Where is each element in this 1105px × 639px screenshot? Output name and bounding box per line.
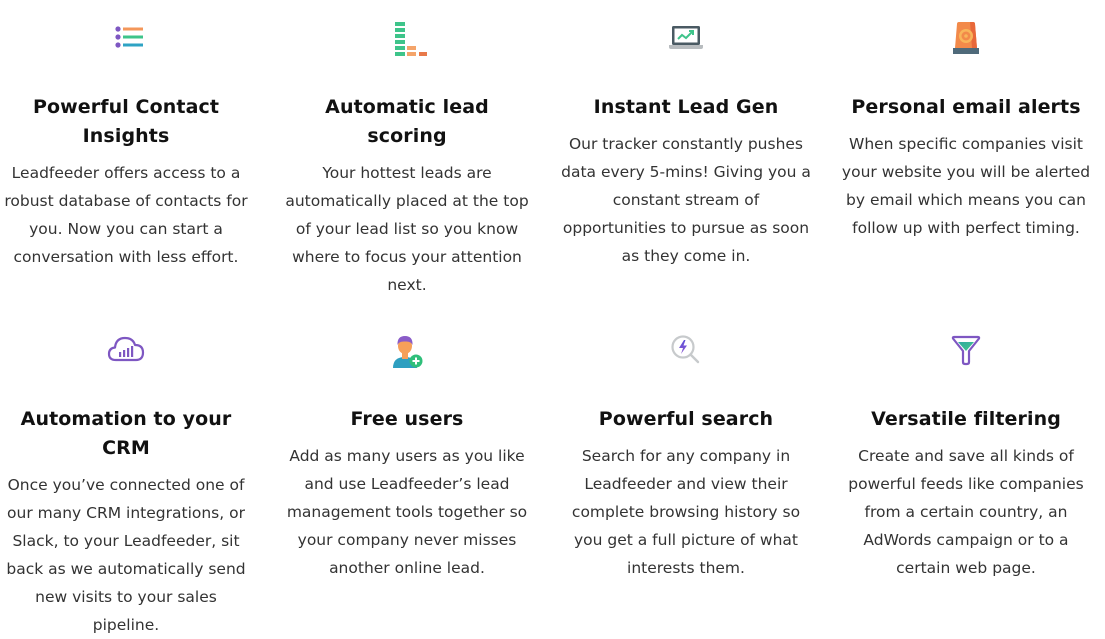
bar-scoring-icon (387, 20, 427, 56)
feature-description: When specific companies visit your websi… (841, 135, 1091, 237)
funnel-filter-icon (946, 332, 986, 368)
feature-title: Powerful search (598, 408, 774, 430)
search-bolt-icon (666, 332, 706, 368)
feature-title: Instant Lead Gen (593, 96, 779, 118)
feature-description: Our tracker constantly pushes data every… (561, 135, 811, 265)
feature-title: Personal email alerts (851, 96, 1081, 118)
feature-title-line: CRM (102, 437, 150, 459)
feature-description: Your hottest leads are automatically pla… (285, 164, 529, 294)
laptop-trend-icon (666, 20, 706, 56)
feature-description: Create and save all kinds of powerful fe… (848, 447, 1084, 577)
feature-title: Automation to your CRM (0, 405, 252, 463)
feature-title: Free users (350, 408, 464, 430)
feature-title-line: Automatic lead (325, 96, 489, 118)
feature-contact-insights: Powerful Contact Insights Leadfeeder off… (0, 20, 252, 271)
feature-description: Leadfeeder offers access to a robust dat… (4, 164, 248, 266)
feature-title-line: Powerful Contact (32, 96, 220, 118)
feature-title-line: scoring (367, 125, 447, 147)
feature-free-users: Free users Add as many users as you like… (281, 332, 533, 582)
features-grid: Powerful Contact Insights Leadfeeder off… (0, 0, 1105, 634)
feature-versatile-filtering: Versatile filtering Create and save all … (840, 332, 1092, 582)
feature-title: Automatic lead scoring (281, 93, 533, 151)
feature-description: Search for any company in Leadfeeder and… (571, 447, 801, 577)
feature-instant-lead-gen: Instant Lead Gen Our tracker constantly … (560, 20, 812, 270)
feature-title-line: Automation to your (20, 408, 232, 430)
siren-alert-icon (946, 20, 986, 56)
feature-title: Versatile filtering (871, 408, 1061, 430)
feature-powerful-search: Powerful search Search for any company i… (560, 332, 812, 582)
feature-title: Powerful Contact Insights (0, 93, 252, 151)
feature-description: Add as many users as you like and use Le… (286, 447, 528, 577)
feature-title-line: Insights (82, 125, 170, 147)
feature-crm-automation: Automation to your CRM Once you’ve conne… (0, 332, 252, 639)
feature-email-alerts: Personal email alerts When specific comp… (840, 20, 1092, 242)
add-user-icon (387, 332, 427, 368)
feature-description: Once you’ve connected one of our many CR… (6, 476, 246, 634)
cloud-chart-icon (106, 332, 146, 368)
list-icon (106, 20, 146, 56)
feature-lead-scoring: Automatic lead scoring Your hottest lead… (281, 20, 533, 299)
